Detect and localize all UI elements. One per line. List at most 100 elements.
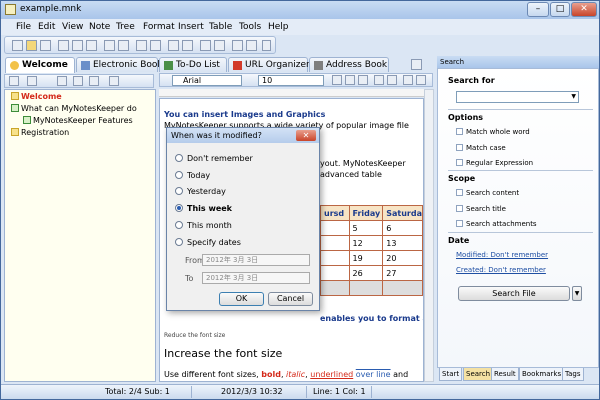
editor-scrollbar[interactable] [424,89,434,382]
editor-text: yout. MyNotesKeeper [320,159,406,168]
align-left-icon[interactable] [374,75,384,85]
dialog-close-button[interactable]: ✕ [296,130,316,141]
radio-yesterday[interactable]: Yesterday [175,187,226,198]
table-cell: 19 [348,250,384,266]
title-bar: example.mnk – □ ✕ [1,1,599,19]
menu-tools[interactable]: Tools [239,22,261,32]
minimize-button[interactable]: – [527,2,549,17]
menu-help[interactable]: Help [268,22,289,32]
cancel-button[interactable]: Cancel [268,292,313,306]
tree-child-icon[interactable] [73,76,83,86]
chevron-down-icon[interactable]: ▼ [571,93,576,100]
options-icon[interactable] [214,40,225,51]
back-icon[interactable] [136,40,147,51]
link-icon[interactable] [232,40,243,51]
tab-search[interactable]: Search [463,368,494,381]
menu-format[interactable]: Format [143,22,175,32]
from-date-picker[interactable]: 2012年 3月 3日 [202,254,310,266]
tree-delete-icon[interactable] [109,76,119,86]
tab-electronic-book[interactable]: Electronic Book [76,57,163,72]
search-title-checkbox[interactable]: Search title [456,205,506,213]
match-whole-word-checkbox[interactable]: Match whole word [456,128,530,136]
radio-specify-dates[interactable]: Specify dates [175,238,241,249]
underline-icon[interactable] [358,75,368,85]
radio-icon [175,204,183,212]
tab-label: Address Book [326,60,388,70]
created-date-link[interactable]: Created: Don't remember [456,266,546,274]
radio-dont-remember[interactable]: Don't remember [175,154,253,165]
redo-icon[interactable] [118,40,129,51]
editor-overline-text: over line [355,370,391,379]
tree-node-label: Registration [21,128,70,137]
menu-view[interactable]: View [62,22,83,32]
search-attachments-checkbox[interactable]: Search attachments [456,220,537,228]
forward-icon[interactable] [150,40,161,51]
search-input[interactable]: ▼ [456,91,579,103]
tab-tags[interactable]: Tags [562,368,584,381]
editor-heading: You can insert Images and Graphics [164,110,326,119]
menu-insert[interactable]: Insert [178,22,204,32]
match-case-checkbox[interactable]: Match case [456,144,506,152]
tree-node-features[interactable]: MyNotesKeeper Features [23,116,133,127]
nav-forward-icon[interactable] [27,76,37,86]
tree-add-icon[interactable] [57,76,67,86]
app-icon [5,4,16,15]
tab-label: Welcome [22,60,68,70]
search-dropdown-icon[interactable]: ▼ [572,286,582,301]
checkbox-icon [456,144,463,151]
undo-icon[interactable] [104,40,115,51]
open-icon[interactable] [26,40,37,51]
table-cell [320,220,350,236]
checkbox-label: Search attachments [466,220,537,228]
radio-this-month[interactable]: This month [175,221,232,232]
tab-welcome[interactable]: Welcome [5,57,75,73]
paste-icon[interactable] [86,40,97,51]
menu-edit[interactable]: Edit [38,22,55,32]
align-center-icon[interactable] [387,75,397,85]
menu-table[interactable]: Table [209,22,232,32]
tree-node-welcome[interactable]: Welcome [11,92,62,103]
text-color-icon[interactable] [403,75,413,85]
menu-file[interactable]: File [16,22,31,32]
new-icon[interactable] [12,40,23,51]
radio-this-week[interactable]: This week [175,204,232,215]
tab-label: Electronic Book [93,60,163,70]
highlight-icon[interactable] [416,75,426,85]
checkbox-label: Search content [466,189,520,197]
font-name-select[interactable]: Arial [172,75,242,86]
menu-note[interactable]: Note [89,22,110,32]
print-icon[interactable] [200,40,211,51]
maximize-button[interactable]: □ [550,2,570,17]
copy-icon[interactable] [72,40,83,51]
replace-icon[interactable] [182,40,193,51]
tab-result[interactable]: Result [491,368,519,381]
search-content-checkbox[interactable]: Search content [456,189,519,197]
tab-address-book[interactable]: Address Book [309,57,389,72]
tree-node-what-can[interactable]: What can MyNotesKeeper do [11,104,137,115]
close-button[interactable]: ✕ [571,2,597,17]
cut-icon[interactable] [58,40,69,51]
tab-start[interactable]: Start [439,368,463,381]
radio-today[interactable]: Today [175,171,210,182]
tab-bookmarks[interactable]: Bookmarks [519,368,565,381]
tree-move-icon[interactable] [89,76,99,86]
toolbar-chevron-icon[interactable] [262,40,271,51]
search-file-button[interactable]: Search File [458,286,570,301]
italic-icon[interactable] [345,75,355,85]
save-icon[interactable] [40,40,51,51]
find-icon[interactable] [168,40,179,51]
menu-tree[interactable]: Tree [116,22,135,32]
font-size-select[interactable]: 10 [258,75,324,86]
tab-todo-list[interactable]: To-Do List [159,57,227,72]
help-icon[interactable] [246,40,257,51]
tab-grid-icon[interactable] [411,59,422,70]
table-cell: 5 [348,220,384,236]
regex-checkbox[interactable]: Regular Expression [456,159,533,167]
modified-date-link[interactable]: Modified: Don't remember [456,251,548,259]
ok-button[interactable]: OK [219,292,264,306]
to-date-picker[interactable]: 2012年 3月 3日 [202,272,310,284]
tree-node-registration[interactable]: Registration [11,128,69,139]
tab-url-organizer[interactable]: URL Organizer [228,57,310,72]
nav-back-icon[interactable] [9,76,19,86]
bold-icon[interactable] [332,75,342,85]
